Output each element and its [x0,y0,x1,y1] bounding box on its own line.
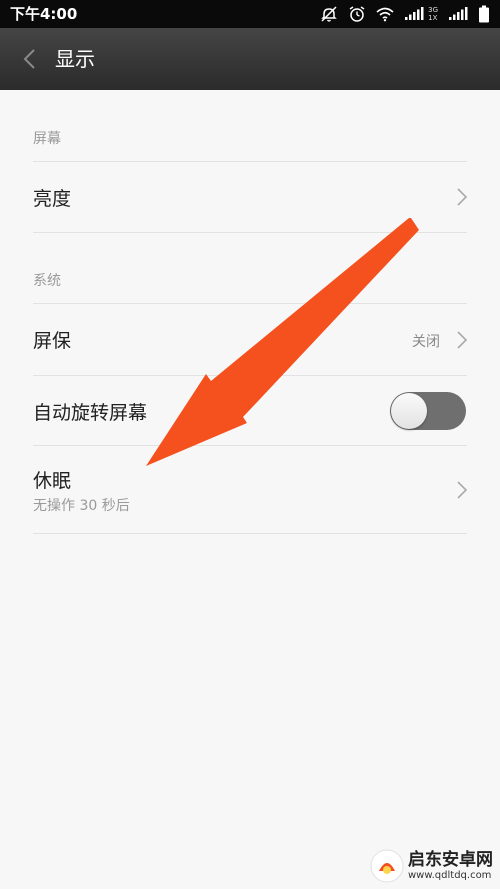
chevron-right-icon [457,331,468,349]
chevron-right-icon [457,481,468,499]
screensaver-value: 关闭 [412,334,440,350]
status-icons: 3G 1X [320,3,490,25]
network-top-text: 3G [428,6,438,14]
autorotate-label: 自动旋转屏幕 [33,402,148,424]
autorotate-toggle[interactable] [390,392,466,430]
battery-icon [479,5,489,23]
alarm-icon [349,6,365,22]
wifi-icon [376,7,394,22]
sleep-label: 休眠 [33,470,72,492]
status-time: 下午4:00 [10,5,78,23]
app-header: 显示 [0,28,500,90]
sleep-subtitle: 无操作 30 秒后 [33,498,130,514]
section-title-system: 系统 [33,273,61,289]
signal-icon [405,7,424,20]
settings-item-autorotate[interactable]: 自动旋转屏幕 [0,376,500,445]
toggle-knob [391,393,427,429]
screensaver-label: 屏保 [33,330,72,352]
status-bar: 下午4:00 3G 1X [0,0,500,28]
settings-item-sleep[interactable]: 休眠 无操作 30 秒后 [0,446,500,533]
brightness-label: 亮度 [33,188,72,210]
divider [33,533,467,534]
network-bottom-text: 1X [428,14,438,22]
chevron-right-icon [457,188,468,206]
watermark-logo-icon [370,849,404,883]
watermark: 启东安卓网 www.qdltdq.com [370,846,498,886]
back-arrow-icon[interactable] [20,48,40,70]
settings-item-brightness[interactable]: 亮度 [0,162,500,232]
divider [33,232,467,233]
watermark-name: 启东安卓网 [408,850,493,870]
mute-icon [321,6,337,22]
settings-item-screensaver[interactable]: 屏保 关闭 [0,304,500,375]
page-title: 显示 [55,47,95,71]
section-title-screen: 屏幕 [33,131,61,147]
network-type-label: 3G 1X [428,6,438,22]
watermark-url: www.qdltdq.com [408,870,492,881]
signal-icon-2 [449,7,468,20]
